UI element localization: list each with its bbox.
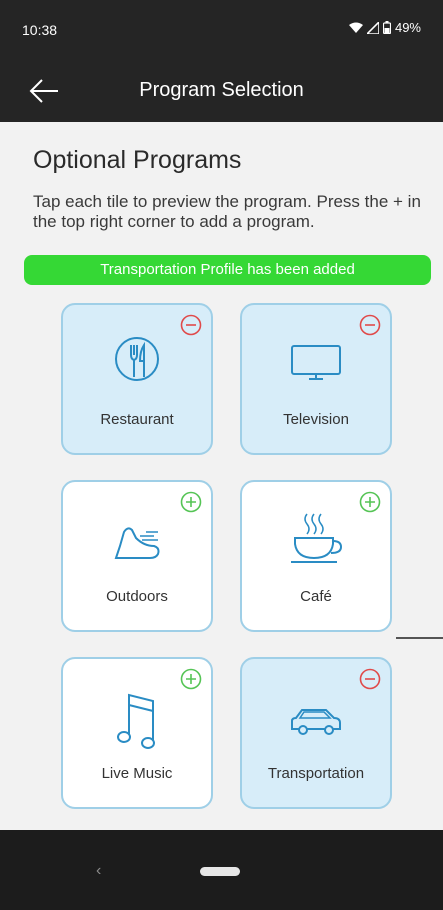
tile-label: Live Music (101, 765, 173, 782)
tile-label: Television (283, 411, 349, 428)
remove-icon[interactable] (359, 668, 381, 690)
tile-cafe[interactable]: Café (240, 480, 392, 632)
running-shoe-icon (114, 527, 160, 559)
wifi-icon (348, 22, 363, 33)
remove-icon[interactable] (180, 314, 202, 336)
nav-home-pill[interactable] (200, 867, 240, 876)
tile-outdoors[interactable]: Outdoors (61, 480, 213, 632)
nav-back-icon[interactable]: ‹ (96, 862, 101, 880)
system-nav-bar: ‹ (0, 830, 443, 910)
app-bar: Program Selection (0, 60, 443, 122)
added-banner: Transportation Profile has been added (24, 255, 431, 285)
page-title: Program Selection (139, 79, 304, 101)
tile-transportation[interactable]: Transportation (240, 657, 392, 809)
add-icon[interactable] (180, 491, 202, 513)
tile-label: Outdoors (106, 588, 168, 605)
tile-label: Restaurant (100, 411, 174, 428)
section-title: Optional Programs (33, 146, 242, 174)
instructions-text: Tap each tile to preview the program. Pr… (33, 192, 421, 231)
car-icon (291, 709, 341, 735)
signal-icon (366, 21, 379, 34)
battery-percent: 49% (394, 20, 421, 35)
tile-television[interactable]: Television (240, 303, 392, 455)
add-icon[interactable] (180, 668, 202, 690)
tile-live-music[interactable]: Live Music (61, 657, 213, 809)
battery-icon (382, 21, 391, 34)
fork-knife-icon (115, 337, 159, 381)
add-icon[interactable] (359, 491, 381, 513)
remove-icon[interactable] (359, 314, 381, 336)
content: Optional Programs Tap each tile to previ… (0, 122, 443, 830)
television-icon (291, 345, 341, 380)
callout-line (396, 637, 443, 639)
coffee-cup-icon (291, 513, 343, 563)
status-time: 10:38 (22, 22, 58, 38)
tile-restaurant[interactable]: Restaurant (61, 303, 213, 455)
status-icons: 49% (348, 20, 421, 35)
music-note-icon (117, 693, 155, 749)
tile-label: Café (300, 588, 332, 605)
tile-label: Transportation (267, 765, 365, 782)
status-bar: 10:38 49% (0, 0, 443, 60)
